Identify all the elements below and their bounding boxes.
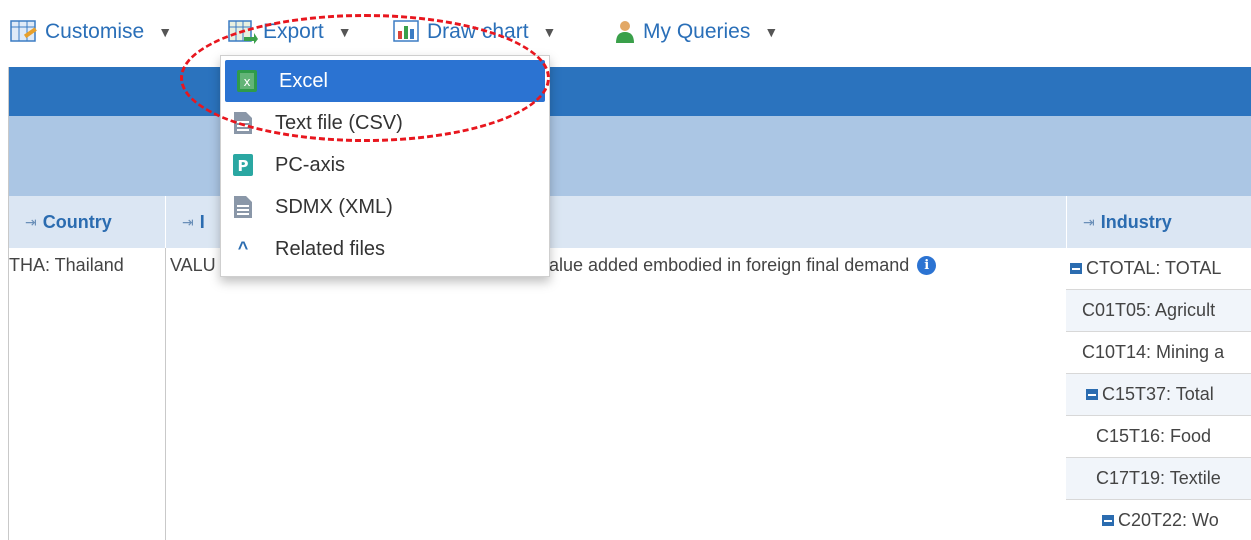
industry-label: C15T37: Total — [1102, 384, 1214, 404]
data-table — [8, 67, 1251, 540]
menu-item-pc-axis[interactable]: P PC-axis — [221, 144, 549, 186]
menu-item-sdmx[interactable]: SDMX (XML) — [221, 186, 549, 228]
collapse-icon[interactable] — [1070, 263, 1082, 274]
industry-row[interactable]: CTOTAL: TOTAL — [1066, 248, 1251, 290]
chevron-up-icon: ^ — [237, 238, 249, 258]
export-label: Export — [263, 20, 324, 43]
toolbar: Customise ▼ Export ▼ Draw chart ▼ My Que… — [0, 0, 1251, 62]
my-queries-button[interactable]: My Queries ▼ — [614, 18, 778, 46]
industry-label: C17T19: Textile — [1096, 468, 1221, 488]
menu-item-label: Excel — [279, 69, 328, 92]
industry-row[interactable]: C01T05: Agricult — [1066, 290, 1251, 332]
industry-label: C20T22: Wo — [1118, 509, 1219, 530]
menu-item-related-files[interactable]: ^ Related files — [221, 228, 549, 270]
menu-item-label: Text file (CSV) — [275, 111, 403, 134]
industry-row[interactable]: C15T16: Food — [1066, 416, 1251, 458]
indicator-cell-text: alue added embodied in foreign final dem… — [549, 255, 910, 275]
industry-label: CTOTAL: TOTAL — [1086, 258, 1222, 278]
collapse-icon[interactable] — [1102, 514, 1114, 526]
pivot-arrow-icon: ⇥ — [182, 213, 194, 230]
column-label-indicator: I — [199, 211, 205, 232]
customise-button[interactable]: Customise ▼ — [10, 18, 172, 46]
industry-label: C15T16: Food — [1096, 426, 1212, 446]
industry-row[interactable]: C17T19: Textile — [1066, 458, 1251, 500]
menu-item-label: Related files — [275, 237, 386, 260]
user-icon — [614, 19, 638, 45]
industry-row[interactable]: C20T22: Wo — [1066, 500, 1251, 540]
menu-item-label: PC-axis — [275, 153, 346, 176]
collapse-icon[interactable] — [1086, 389, 1098, 400]
column-label-industry: Industry — [1100, 211, 1172, 232]
industry-row[interactable]: C15T37: Total — [1066, 374, 1251, 416]
country-cell: THA: Thailand — [9, 255, 124, 275]
column-header-industry[interactable]: ⇥ Industry — [1067, 196, 1251, 248]
customise-label: Customise — [45, 20, 145, 43]
svg-text:P: P — [238, 157, 249, 175]
pc-axis-icon: P — [233, 154, 253, 176]
my-queries-label: My Queries — [643, 20, 751, 43]
column-header-country[interactable]: ⇥ Country — [9, 196, 166, 248]
chevron-down-icon: ▼ — [542, 24, 557, 40]
industry-label: C10T14: Mining a — [1082, 342, 1225, 362]
industry-label: C01T05: Agricult — [1082, 300, 1216, 320]
indicator-cell-start: VALU — [170, 255, 216, 275]
pivot-arrow-icon: ⇥ — [25, 213, 37, 230]
industry-row[interactable]: C10T14: Mining a — [1066, 332, 1251, 374]
export-icon — [228, 19, 258, 45]
draw-chart-label: Draw chart — [427, 20, 529, 43]
chevron-down-icon: ▼ — [337, 24, 352, 40]
chevron-down-icon: ▼ — [158, 24, 173, 40]
chart-icon — [392, 19, 422, 45]
column-label-country: Country — [42, 211, 112, 232]
menu-item-csv[interactable]: Text file (CSV) — [221, 102, 549, 144]
indicator-cell: alue added embodied in foreign final dem… — [549, 255, 937, 276]
pivot-arrow-icon: ⇥ — [1083, 213, 1095, 230]
menu-item-excel[interactable]: x Excel — [225, 60, 545, 102]
csv-file-icon — [233, 112, 253, 134]
column-divider — [165, 248, 166, 540]
svg-text:x: x — [243, 75, 250, 89]
export-button[interactable]: Export ▼ — [228, 18, 352, 46]
draw-chart-button[interactable]: Draw chart ▼ — [392, 18, 556, 46]
export-dropdown-menu: x Excel Text file (CSV) P PC-axis SDMX (… — [220, 55, 550, 277]
excel-icon: x — [237, 70, 257, 92]
customise-icon — [10, 19, 40, 45]
chevron-down-icon: ▼ — [764, 24, 779, 40]
menu-item-label: SDMX (XML) — [275, 195, 393, 218]
sdmx-file-icon — [233, 196, 253, 218]
info-icon[interactable]: i — [917, 256, 937, 275]
